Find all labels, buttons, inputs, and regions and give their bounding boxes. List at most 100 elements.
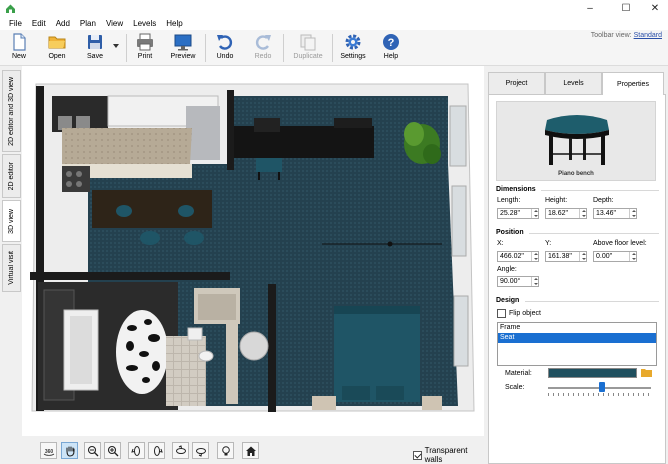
flip-object-checkbox[interactable] [497,309,506,318]
toolbar-view-link[interactable]: Standard [634,32,662,39]
help-question-icon: ? [383,34,399,50]
rotate-left-button[interactable] [128,442,145,459]
section-divider [525,301,659,302]
3d-view-canvas[interactable] [22,66,484,436]
undo-arrow-icon [217,35,233,50]
minimize-button[interactable]: – [575,0,605,17]
depth-label: Depth: [593,197,614,204]
object-parts-list[interactable]: Frame Seat [497,322,657,366]
tab-virtual-visit[interactable]: Virtual visit [2,244,21,292]
angle-input[interactable]: 90.00° [497,276,539,287]
spinner-arrows-icon[interactable] [579,209,586,218]
angle-label: Angle: [497,266,517,273]
save-button[interactable]: Save [83,32,107,64]
y-label: Y: [545,240,552,247]
open-button[interactable]: Open [45,32,69,64]
tab-2d-editor-and-3d-view[interactable]: 2D editor and 3D view [2,70,21,152]
spinner-arrows-icon[interactable] [629,209,636,218]
depth-input[interactable]: 13.46" [593,208,637,219]
right-panel-tabs: Project Levels Properties [488,72,666,95]
spinner-arrows-icon[interactable] [629,252,636,261]
spinner-arrows-icon[interactable] [579,252,586,261]
tilt-up-button[interactable] [172,442,189,459]
light-button[interactable] [217,442,234,459]
menu-file[interactable]: File [4,17,27,30]
menu-add[interactable]: Add [51,17,75,30]
floor-level-input[interactable]: 0.00" [593,251,637,262]
menu-edit[interactable]: Edit [27,17,51,30]
list-item[interactable]: Frame [498,323,656,333]
home-view-button[interactable] [242,442,259,459]
scale-slider-ticks [548,393,651,396]
3d-navigation-toolbar: 360 Transparent walls [22,436,484,464]
tilt-up-icon [175,444,186,454]
material-color-swatch[interactable] [548,368,637,378]
redo-button[interactable]: Redo [252,32,274,64]
menu-view[interactable]: View [101,17,128,30]
list-item[interactable]: Seat [498,333,656,343]
tab-properties[interactable]: Properties [602,72,664,95]
flip-object-toggle[interactable]: Flip object [497,309,541,318]
help-button[interactable]: ? Help [380,32,402,64]
maximize-button[interactable]: ☐ [611,0,641,17]
toolbar-separator [205,34,206,62]
material-label: Material: [505,370,532,377]
y-input[interactable]: 161.38" [545,251,587,262]
scale-label: Scale: [505,384,525,391]
app-logo-icon [6,4,15,13]
length-input[interactable]: 25.28" [497,208,539,219]
preview-button[interactable]: Preview [170,32,196,64]
zoom-out-icon [87,445,98,456]
apartment-3d-render [30,83,475,412]
undo-button[interactable]: Undo [214,32,236,64]
svg-text:360: 360 [44,449,53,455]
scale-slider-thumb[interactable] [598,382,605,392]
zoom-in-button[interactable] [104,442,121,459]
properties-panel: Piano bench Dimensions Length: Height: D… [488,94,666,464]
rotate-360-button[interactable]: 360 [40,442,57,459]
design-section-title: Design [496,297,520,304]
menu-help[interactable]: Help [161,17,187,30]
transparent-walls-checkbox[interactable] [413,450,422,460]
floor-level-label: Above floor level: [593,240,647,247]
x-input[interactable]: 466.02" [497,251,539,262]
tab-2d-editor[interactable]: 2D editor [2,154,21,198]
light-bulb-icon [221,445,230,455]
pan-hand-button[interactable] [61,442,78,459]
main-toolbar: New Open Save Print Preview Undo Redo Du… [0,30,668,66]
zoom-in-icon [107,445,118,456]
rotate-left-icon [130,445,140,456]
settings-button[interactable]: Settings [340,32,366,64]
menu-plan[interactable]: Plan [75,17,101,30]
print-button[interactable]: Print [134,32,156,64]
tab-project[interactable]: Project [488,72,545,94]
monitor-icon [174,34,192,51]
toolbar-separator [126,34,127,62]
tab-levels[interactable]: Levels [545,72,602,94]
menu-levels[interactable]: Levels [128,17,161,30]
open-folder-icon [48,36,66,49]
x-label: X: [497,240,504,247]
close-button[interactable]: ✕ [640,0,668,17]
zoom-out-button[interactable] [84,442,101,459]
position-section-title: Position [496,229,524,236]
spinner-arrows-icon[interactable] [531,209,538,218]
toolbar-separator [332,34,333,62]
folder-icon[interactable] [641,368,652,377]
length-label: Length: [497,197,521,204]
spinner-arrows-icon[interactable] [531,277,538,286]
duplicate-button[interactable]: Duplicate [292,32,324,64]
dimensions-section-title: Dimensions [496,186,536,193]
transparent-walls-toggle[interactable]: Transparent walls [413,446,484,464]
height-input[interactable]: 18.62" [545,208,587,219]
view-mode-tabs: 2D editor and 3D view 2D editor 3D view … [0,66,22,464]
printer-icon [137,33,153,51]
rotate-right-icon [153,445,163,456]
tab-3d-view[interactable]: 3D view [2,200,21,242]
spinner-arrows-icon[interactable] [531,252,538,261]
tilt-down-button[interactable] [192,442,209,459]
new-button[interactable]: New [8,32,30,64]
rotate-360-icon: 360 [43,449,54,456]
rotate-right-button[interactable] [148,442,165,459]
section-divider [529,233,659,234]
